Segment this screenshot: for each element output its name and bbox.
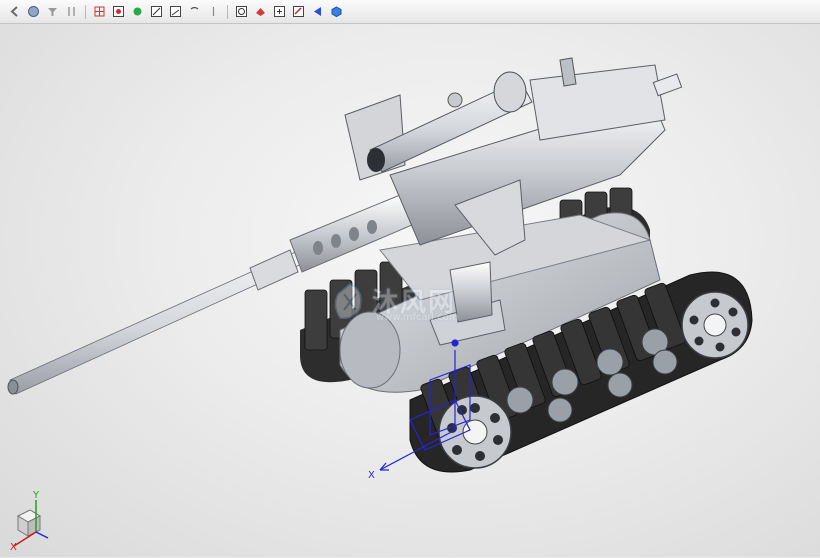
sort-icon[interactable] (63, 3, 80, 20)
back-icon[interactable] (6, 3, 23, 20)
orbit-icon[interactable] (25, 3, 42, 20)
triad-x-label: X (10, 542, 17, 553)
robot-gun-model[interactable] (0, 24, 820, 557)
line-tool-icon[interactable] (148, 3, 165, 20)
rear-sprocket (681, 291, 749, 359)
view-triad[interactable]: Y X (6, 490, 58, 554)
insert-icon[interactable] (271, 3, 288, 20)
pipe-icon[interactable] (205, 3, 222, 20)
front-sprocket (438, 395, 512, 469)
angle-tool-icon[interactable] (167, 3, 184, 20)
arrow-icon[interactable] (309, 3, 326, 20)
filter-icon[interactable] (44, 3, 61, 20)
paint-icon[interactable] (252, 3, 269, 20)
csys-x-label: X (368, 470, 375, 481)
rotate-icon[interactable] (186, 3, 203, 20)
cube-view-icon[interactable] (328, 3, 345, 20)
triad-y-label: Y (33, 490, 40, 501)
grid-icon[interactable] (91, 3, 108, 20)
measure-icon[interactable] (290, 3, 307, 20)
snap-point-icon[interactable] (110, 3, 127, 20)
toolbar-separator (85, 4, 86, 19)
triad-z-axis (35, 531, 49, 539)
refresh-icon[interactable] (233, 3, 250, 20)
snap-green-icon[interactable] (129, 3, 146, 20)
graphics-viewport[interactable]: X 沐风网 www.mfcad.com Y X (0, 24, 820, 557)
toolbar (0, 0, 820, 24)
toolbar-separator (227, 4, 228, 19)
